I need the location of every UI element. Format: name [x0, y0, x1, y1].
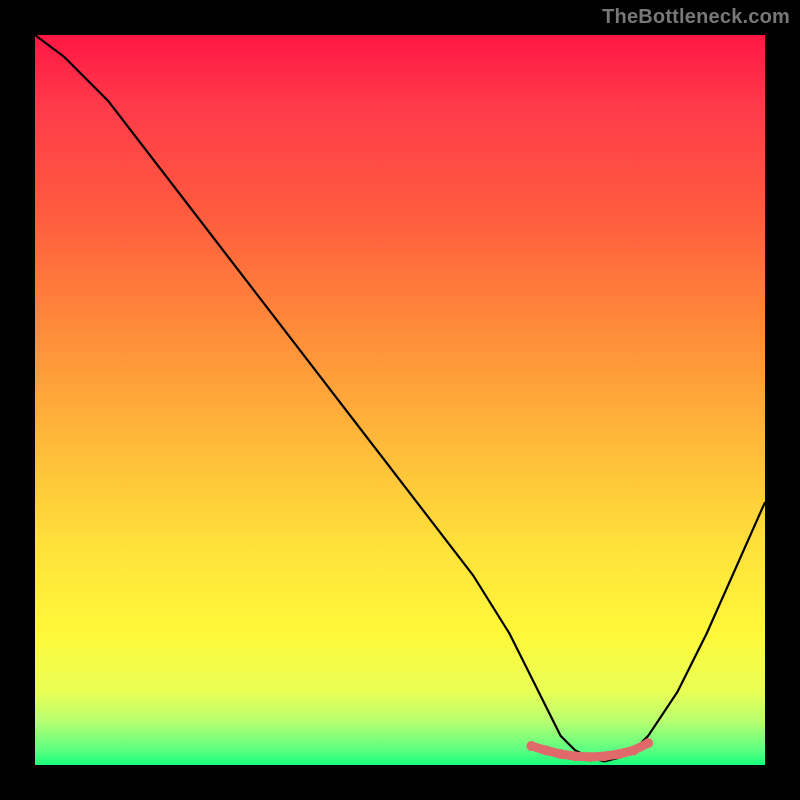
optimal-region-dot: [614, 749, 624, 759]
optimal-region-dot: [570, 751, 580, 761]
plot-area: [35, 35, 765, 765]
bottleneck-curve: [35, 35, 765, 761]
optimal-region: [526, 738, 653, 762]
chart-svg: [35, 35, 765, 765]
optimal-region-dot: [541, 745, 551, 755]
optimal-region-dot: [643, 738, 653, 748]
watermark-text: TheBottleneck.com: [602, 6, 790, 29]
optimal-region-dot: [526, 741, 536, 751]
chart-frame: TheBottleneck.com: [0, 0, 800, 800]
optimal-region-dot: [556, 749, 566, 759]
optimal-region-dot: [629, 745, 639, 755]
optimal-region-dot: [585, 752, 595, 762]
optimal-region-dot: [599, 751, 609, 761]
